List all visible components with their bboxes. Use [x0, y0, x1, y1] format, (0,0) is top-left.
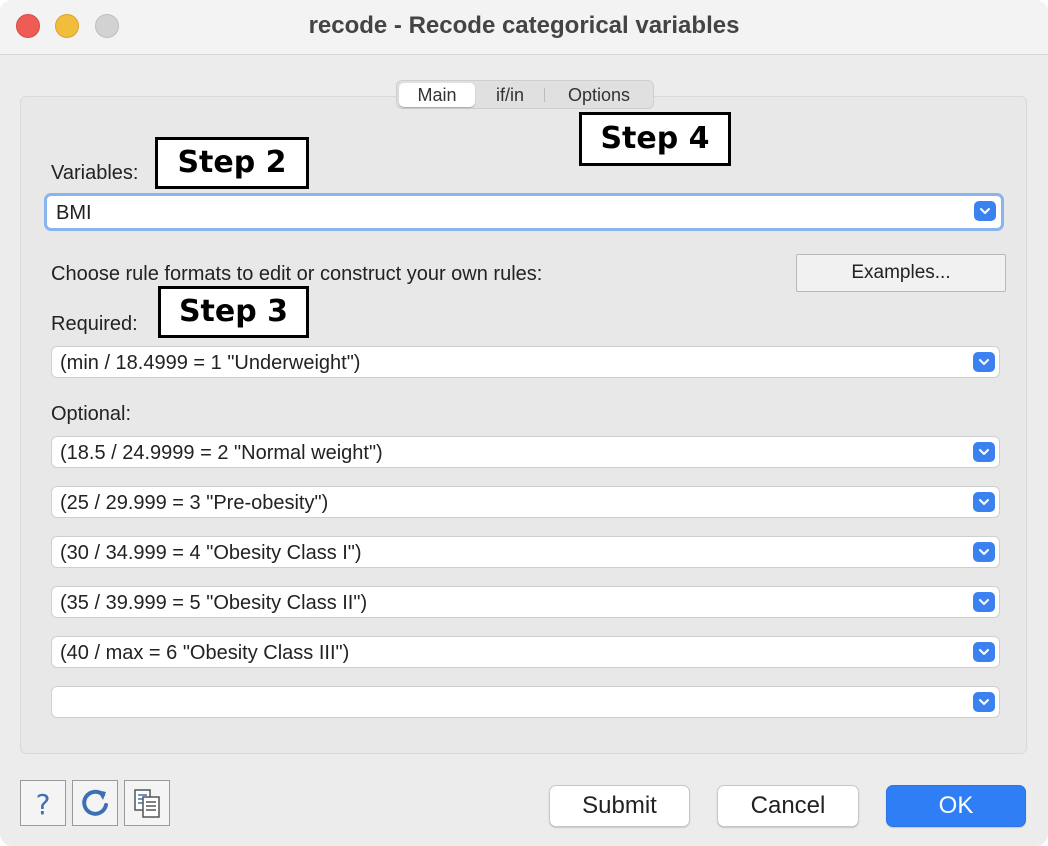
optional-rule-combobox-3[interactable]: (30 / 34.999 = 4 "Obesity Class I") [51, 536, 1000, 568]
tab-bar: Main if/in Options [396, 80, 654, 109]
svg-text:?: ? [36, 788, 51, 821]
rule-formats-instruction: Choose rule formats to edit or construct… [51, 263, 543, 285]
optional-rule-combobox-6[interactable] [51, 686, 1000, 718]
required-label: Required: [51, 313, 138, 335]
submit-button[interactable]: Submit [549, 785, 690, 827]
dialog-window: recode - Recode categorical variables Ma… [0, 0, 1048, 846]
window-title: recode - Recode categorical variables [308, 12, 740, 39]
optional-rule-combobox-2[interactable]: (25 / 29.999 = 3 "Pre-obesity") [51, 486, 1000, 518]
optional-rule-value: (30 / 34.999 = 4 "Obesity Class I") [60, 542, 362, 564]
optional-rule-combobox-5[interactable]: (40 / max = 6 "Obesity Class III") [51, 636, 1000, 668]
chevron-down-icon[interactable] [973, 542, 995, 562]
chevron-down-icon[interactable] [973, 642, 995, 662]
tab-options[interactable]: Options [553, 83, 645, 107]
ok-button[interactable]: OK [886, 785, 1026, 827]
reset-button[interactable] [72, 780, 118, 826]
copy-command-icon [134, 789, 160, 818]
optional-rule-combobox-1[interactable]: (18.5 / 24.9999 = 2 "Normal weight") [51, 436, 1000, 468]
optional-rule-combobox-4[interactable]: (35 / 39.999 = 5 "Obesity Class II") [51, 586, 1000, 618]
help-icon: ? [36, 788, 51, 821]
optional-rule-value: (25 / 29.999 = 3 "Pre-obesity") [60, 492, 329, 514]
tab-main[interactable]: Main [399, 83, 475, 107]
step-3-annotation: Step 3 [158, 286, 309, 338]
copy-command-button[interactable] [124, 780, 170, 826]
reset-icon [82, 789, 108, 816]
optional-rule-value: (40 / max = 6 "Obesity Class III") [60, 642, 350, 664]
chevron-down-icon[interactable] [973, 442, 995, 462]
variables-label: Variables: [51, 162, 139, 184]
chevron-down-icon[interactable] [974, 201, 996, 221]
step-2-annotation: Step 2 [155, 137, 309, 189]
step-4-annotation: Step 4 [579, 112, 731, 166]
chevron-down-icon[interactable] [973, 352, 995, 372]
cancel-button[interactable]: Cancel [717, 785, 859, 827]
required-rule-value: (min / 18.4999 = 1 "Underweight") [60, 352, 361, 374]
optional-label: Optional: [51, 403, 132, 425]
chevron-down-icon[interactable] [973, 492, 995, 512]
tab-separator [544, 88, 545, 102]
chevron-down-icon[interactable] [973, 592, 995, 612]
chevron-down-icon[interactable] [973, 692, 995, 712]
variables-value: BMI [56, 202, 92, 224]
tab-if-in[interactable]: if/in [481, 83, 539, 107]
examples-button[interactable]: Examples... [796, 254, 1006, 292]
optional-rule-value: (35 / 39.999 = 5 "Obesity Class II") [60, 592, 368, 614]
title-bar: recode - Recode categorical variables [0, 0, 1048, 55]
variables-combobox[interactable]: BMI [44, 193, 1004, 231]
help-button[interactable]: ? [20, 780, 66, 826]
optional-rule-value: (18.5 / 24.9999 = 2 "Normal weight") [60, 442, 383, 464]
required-rule-combobox[interactable]: (min / 18.4999 = 1 "Underweight") [51, 346, 1000, 378]
